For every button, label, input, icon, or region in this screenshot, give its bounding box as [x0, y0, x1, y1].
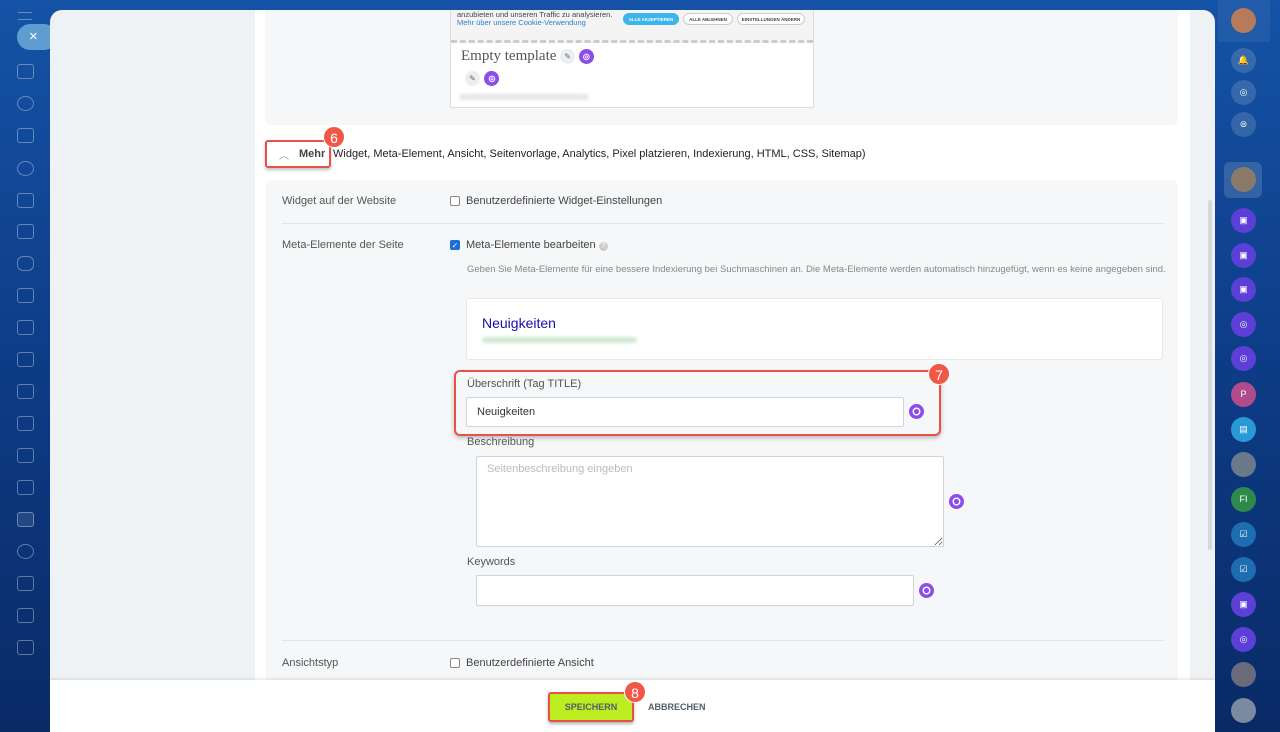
card-icon[interactable] [17, 480, 34, 495]
pencil-icon[interactable]: ✎ [465, 71, 480, 87]
mail-icon[interactable] [17, 288, 34, 303]
settings-section: Widget auf der Website Benutzerdefiniert… [266, 180, 1178, 700]
keywords-label: Keywords [467, 556, 516, 568]
feed-icon[interactable] [17, 96, 34, 111]
search-chat-icon[interactable]: ⊜ [1231, 112, 1256, 137]
tasks-icon[interactable] [17, 224, 34, 239]
chat-icon[interactable] [17, 256, 34, 271]
help-icon[interactable]: ? [598, 242, 608, 251]
step-badge-6: 6 [323, 126, 345, 148]
checkbox-checked-icon[interactable]: ✓ [450, 240, 460, 251]
cart-icon[interactable] [17, 512, 34, 527]
inbox-icon[interactable] [17, 193, 34, 208]
filter-icon[interactable] [17, 384, 34, 399]
message-icon[interactable]: ▤ [1231, 417, 1256, 442]
copilot-chat-icon[interactable]: ◎ [1231, 627, 1256, 652]
settings-panel: personalisieren, Funktionen sozialer Med… [50, 10, 1215, 732]
more-label: Mehr [299, 148, 326, 160]
analytics-icon[interactable] [17, 608, 34, 623]
keywords-input[interactable] [476, 575, 914, 606]
contacts-icon[interactable] [17, 161, 34, 176]
copilot-icon[interactable] [949, 494, 964, 509]
chevron-up-icon: ︿ [279, 150, 289, 162]
divider [282, 640, 1164, 641]
chat-icon[interactable]: ▣ [1231, 277, 1256, 302]
blurred-text [459, 94, 589, 100]
menu-icon[interactable] [18, 12, 32, 20]
accept-all-button[interactable]: ALLE AKZEPTIEREN [623, 13, 679, 25]
widget-label: Widget auf der Website [282, 195, 397, 207]
more-toggle[interactable]: ︿ Mehr [265, 140, 331, 168]
chat-avatar-p[interactable]: P [1231, 382, 1256, 407]
template-card: personalisieren, Funktionen sozialer Med… [265, 10, 1178, 125]
calendar-icon[interactable] [17, 320, 34, 335]
meta-label: Meta-Elemente der Seite [282, 239, 404, 251]
more-row: ︿ Mehr Widget, Meta-Element, Ansicht, Se… [265, 140, 866, 168]
checkbox-icon[interactable] [450, 196, 460, 207]
widget-checkbox[interactable]: Benutzerdefinierte Widget-Einstellungen [450, 195, 662, 207]
template-title-row: Empty template ✎ ◎ [461, 48, 594, 65]
divider [282, 223, 1164, 224]
description-label: Beschreibung [467, 436, 535, 448]
pencil-icon[interactable]: ✎ [560, 49, 576, 65]
contact-avatar[interactable] [1231, 167, 1256, 192]
target-icon[interactable] [17, 544, 34, 559]
board-icon[interactable] [17, 640, 34, 655]
view-checkbox[interactable]: Benutzerdefinierte Ansicht [450, 657, 594, 669]
sign-icon[interactable] [17, 416, 34, 431]
task-icon[interactable]: ☑ [1231, 522, 1256, 547]
serp-title: Neuigkeiten [482, 315, 556, 331]
step-badge-8: 8 [624, 681, 646, 703]
view-option-label: Benutzerdefinierte Ansicht [466, 657, 594, 669]
change-settings-button[interactable]: EINSTELLUNGEN ÄNDERN [737, 13, 805, 25]
group-avatar[interactable] [1231, 452, 1256, 477]
checkbox-icon[interactable] [450, 658, 460, 669]
copilot-icon[interactable]: ◎ [578, 49, 594, 65]
meta-option-label: Meta-Elemente bearbeiten [466, 239, 596, 251]
copilot-icon[interactable]: ◎ [1231, 80, 1256, 105]
description-textarea[interactable] [476, 456, 944, 547]
meta-hint: Geben Sie Meta-Elemente für eine bessere… [467, 264, 1166, 275]
home-icon[interactable] [17, 64, 34, 79]
copilot-chat-icon[interactable]: ◎ [1231, 312, 1256, 337]
blurred-url [482, 337, 637, 343]
cancel-button[interactable]: ABBRECHEN [648, 702, 706, 712]
chat-icon[interactable]: ▣ [1231, 592, 1256, 617]
cookie-link[interactable]: Mehr über unsere Cookie-Verwendung [457, 18, 586, 27]
left-sidebar: × [0, 0, 57, 732]
chat-avatar-fi[interactable]: FI [1231, 487, 1256, 512]
cookie-banner: personalisieren, Funktionen sozialer Med… [451, 10, 813, 43]
task-icon[interactable]: ☑ [1231, 557, 1256, 582]
user-avatar[interactable] [1231, 8, 1256, 33]
bell-icon[interactable]: 🔔 [1231, 48, 1256, 73]
reject-all-button[interactable]: ALLE ABLEHNEN [683, 13, 733, 25]
widget-option-label: Benutzerdefinierte Widget-Einstellungen [466, 195, 663, 207]
right-sidebar: 🔔 ◎ ⊜ ▣ ▣ ▣ ◎ ◎ P ▤ FI ☑ ☑ ▣ ◎ [1218, 0, 1280, 732]
copilot-chat-icon[interactable]: ◎ [1231, 346, 1256, 371]
highlight-title [454, 370, 941, 436]
copilot-icon[interactable] [919, 583, 934, 598]
meta-checkbox[interactable]: ✓ Meta-Elemente bearbeiten ? [450, 239, 608, 251]
serp-preview: Neuigkeiten [466, 298, 1163, 360]
more-items: Widget, Meta-Element, Ansicht, Seitenvor… [333, 148, 866, 160]
copilot-icon[interactable]: ◎ [484, 71, 500, 87]
template-title: Empty template [461, 48, 557, 64]
building-avatar[interactable] [1231, 698, 1256, 723]
box-icon[interactable] [17, 576, 34, 591]
save-button[interactable]: SPEICHERN [548, 692, 634, 722]
footer-bar: SPEICHERN 8 ABBRECHEN [50, 680, 1215, 732]
chat-icon[interactable]: ▣ [1231, 208, 1256, 233]
scrollbar[interactable] [1208, 200, 1212, 550]
store-icon[interactable] [17, 448, 34, 463]
documents-icon[interactable] [17, 128, 34, 143]
template-preview[interactable]: personalisieren, Funktionen sozialer Med… [450, 10, 814, 108]
presentation-icon[interactable] [17, 352, 34, 367]
building-avatar[interactable] [1231, 662, 1256, 687]
view-type-label: Ansichtstyp [282, 657, 339, 669]
page-content: personalisieren, Funktionen sozialer Med… [255, 10, 1190, 732]
step-badge-7: 7 [928, 363, 950, 385]
chat-icon[interactable]: ▣ [1231, 243, 1256, 268]
